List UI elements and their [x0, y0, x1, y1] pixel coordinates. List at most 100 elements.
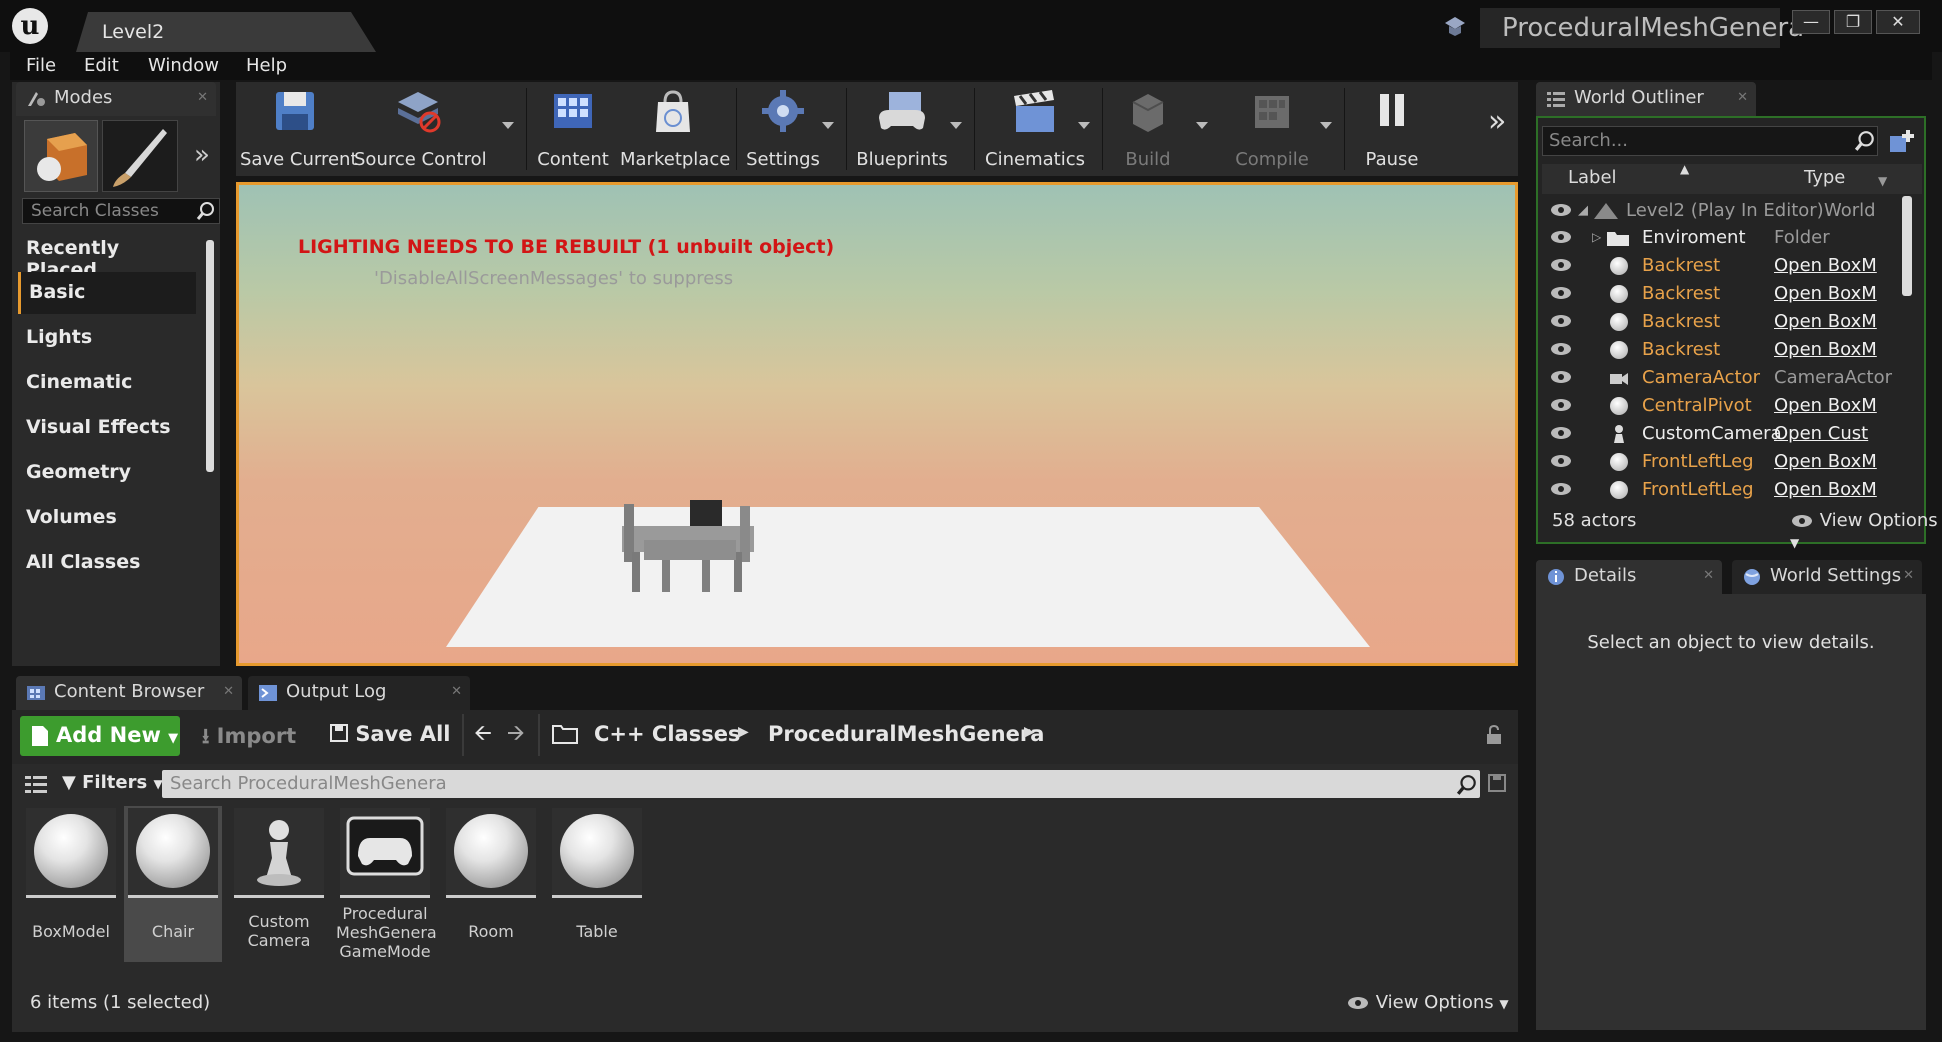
place-mode-button[interactable]	[24, 120, 98, 192]
save-all-button[interactable]: Save All	[330, 722, 451, 746]
source-control-button[interactable]: Source Control	[354, 82, 487, 176]
outliner-row-type-link[interactable]: Open Cust	[1774, 420, 1902, 447]
asset-tile[interactable]: Table	[548, 806, 646, 962]
close-icon[interactable]: ✕	[1903, 560, 1914, 592]
content-search-input[interactable]: Search ProceduralMeshGenera	[162, 770, 1480, 798]
paint-mode-button[interactable]	[102, 120, 178, 192]
compile-button[interactable]: Compile	[1220, 82, 1324, 176]
compile-dropdown-icon[interactable]	[1320, 122, 1332, 129]
outliner-row-type-link[interactable]: Open BoxM	[1774, 336, 1902, 363]
settings-dropdown-icon[interactable]	[822, 122, 834, 129]
tab-world-settings[interactable]: World Settings ✕	[1732, 560, 1922, 594]
column-type-header[interactable]: Type	[1804, 167, 1845, 188]
close-icon[interactable]: ✕	[197, 82, 208, 114]
minimize-button[interactable]: —	[1792, 10, 1830, 34]
outliner-row-world[interactable]: ◢ Level2 (Play In Editor) World	[1542, 197, 1904, 225]
asset-tile[interactable]: Procedural MeshGenera GameMode	[336, 806, 437, 962]
category-cinematic[interactable]: Cinematic	[18, 362, 196, 404]
asset-tile[interactable]: Custom Camera	[230, 806, 328, 962]
save-search-icon[interactable]	[1488, 774, 1506, 792]
eye-icon[interactable]	[1550, 258, 1572, 272]
add-new-button[interactable]: Add New ▼	[20, 716, 180, 756]
outliner-row-type-link[interactable]: Open BoxM	[1774, 308, 1902, 335]
outliner-row-actor[interactable]: Backrest Open BoxM	[1542, 252, 1904, 280]
eye-icon[interactable]	[1550, 314, 1572, 328]
menu-file[interactable]: File	[26, 55, 56, 76]
build-button[interactable]: Build	[1108, 82, 1188, 176]
outliner-row-actor[interactable]: Backrest Open BoxM	[1542, 280, 1904, 308]
category-visual-effects[interactable]: Visual Effects	[18, 407, 196, 449]
outliner-row-folder[interactable]: ▷ Enviroment Folder	[1542, 224, 1904, 252]
outliner-row-actor[interactable]: CameraActor CameraActor	[1542, 364, 1904, 392]
close-icon[interactable]: ✕	[1737, 82, 1748, 114]
outliner-row-type-link[interactable]: Open BoxM	[1774, 280, 1902, 307]
asset-tile[interactable]: Room	[442, 806, 540, 962]
category-volumes[interactable]: Volumes	[18, 497, 196, 539]
outliner-row-type-link[interactable]: Open BoxM	[1774, 476, 1902, 503]
tab-content-browser[interactable]: Content Browser ✕	[16, 676, 242, 710]
content-view-options-button[interactable]: View Options ▼	[1346, 992, 1509, 1013]
level-tab[interactable]: Level2	[76, 12, 376, 52]
close-icon[interactable]: ✕	[1703, 560, 1714, 592]
source-control-dropdown-icon[interactable]	[502, 122, 514, 129]
search-classes-input[interactable]: Search Classes	[22, 198, 220, 224]
pause-button[interactable]: Pause	[1352, 82, 1432, 176]
category-basic[interactable]: Basic	[18, 272, 196, 314]
content-button[interactable]: Content	[532, 82, 614, 176]
eye-icon[interactable]	[1550, 482, 1572, 496]
maximize-button[interactable]: ❐	[1834, 10, 1872, 34]
breadcrumb-cpp-classes[interactable]: C++ Classes	[594, 722, 740, 746]
eye-icon[interactable]	[1550, 426, 1572, 440]
outliner-row-type-link[interactable]: Open BoxM	[1774, 392, 1902, 419]
outliner-row-actor[interactable]: Backrest Open BoxM	[1542, 308, 1904, 336]
category-lights[interactable]: Lights	[18, 317, 196, 359]
build-dropdown-icon[interactable]	[1196, 122, 1208, 129]
breadcrumb-separator-icon[interactable]: ▶	[1024, 724, 1035, 740]
eye-icon[interactable]	[1550, 398, 1572, 412]
import-button[interactable]: ⭳ Import	[202, 722, 296, 757]
collapse-arrow-icon[interactable]: ◢	[1578, 197, 1588, 224]
sources-panel-icon[interactable]	[24, 774, 48, 796]
menu-help[interactable]: Help	[246, 55, 287, 76]
category-geometry[interactable]: Geometry	[18, 452, 196, 494]
eye-icon[interactable]	[1550, 342, 1572, 356]
outliner-row-actor[interactable]: FrontLeftLeg Open BoxM	[1542, 448, 1904, 476]
modes-scrollbar[interactable]	[206, 240, 214, 472]
outliner-search-input[interactable]: Search...	[1542, 126, 1878, 156]
outliner-row-type-link[interactable]: Open BoxM	[1774, 252, 1902, 279]
expand-arrow-icon[interactable]: ▷	[1592, 224, 1601, 251]
close-icon[interactable]: ✕	[223, 676, 234, 708]
eye-icon[interactable]	[1550, 286, 1572, 300]
tab-world-outliner[interactable]: World Outliner ✕	[1536, 82, 1756, 116]
eye-icon[interactable]	[1550, 230, 1572, 244]
menu-edit[interactable]: Edit	[84, 55, 119, 76]
lock-icon[interactable]	[1484, 724, 1506, 746]
expand-chevron-icon[interactable]: »	[194, 140, 210, 170]
type-dropdown-icon[interactable]: ▼	[1878, 174, 1887, 188]
category-recently-placed[interactable]: Recently Placed	[18, 228, 196, 281]
outliner-scrollbar[interactable]	[1902, 196, 1912, 296]
eye-icon[interactable]	[1550, 370, 1572, 384]
add-actor-icon[interactable]	[1888, 128, 1916, 154]
blueprints-button[interactable]: Blueprints	[854, 82, 950, 176]
eye-icon[interactable]	[1550, 454, 1572, 468]
cinematics-button[interactable]: Cinematics	[982, 82, 1088, 176]
tab-details[interactable]: Details ✕	[1536, 560, 1722, 594]
category-all-classes[interactable]: All Classes	[18, 542, 196, 584]
forward-arrow-icon[interactable]: 🡪	[507, 721, 525, 746]
tab-modes[interactable]: Modes ✕	[16, 82, 216, 116]
outliner-row-actor[interactable]: CentralPivot Open BoxM	[1542, 392, 1904, 420]
outliner-row-actor[interactable]: Backrest Open BoxM	[1542, 336, 1904, 364]
outliner-view-options-button[interactable]: View Options ▼	[1790, 510, 1942, 552]
asset-tile-selected[interactable]: Chair	[124, 806, 222, 962]
save-current-button[interactable]: Save Current	[240, 82, 358, 176]
outliner-row-actor[interactable]: FrontLeftLeg Open BoxM	[1542, 476, 1904, 504]
close-button[interactable]: ✕	[1876, 10, 1920, 34]
blueprints-dropdown-icon[interactable]	[950, 122, 962, 129]
breadcrumb-project[interactable]: ProceduralMeshGenera	[768, 722, 1044, 746]
asset-tile[interactable]: BoxModel	[22, 806, 120, 962]
cinematics-dropdown-icon[interactable]	[1078, 122, 1090, 129]
outliner-row-type-link[interactable]: Open BoxM	[1774, 448, 1902, 475]
toolbar-overflow-icon[interactable]: »	[1488, 104, 1506, 139]
eye-icon[interactable]	[1550, 203, 1572, 217]
